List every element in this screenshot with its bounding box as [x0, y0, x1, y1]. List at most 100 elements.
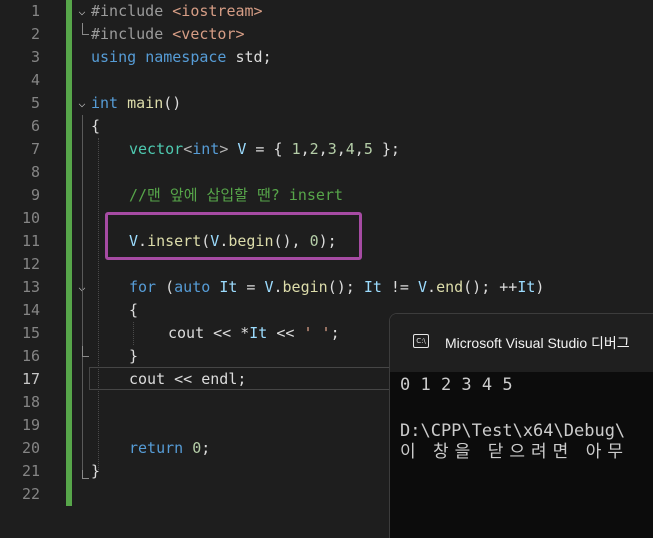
- token: ,: [318, 140, 328, 158]
- change-indicator-bar: [66, 0, 72, 506]
- line-number: 5: [30, 94, 40, 112]
- console-path-line: D:\CPP\Test\x64\Debug\: [400, 421, 626, 441]
- token: .: [427, 278, 437, 296]
- line-number: 12: [21, 255, 40, 273]
- code-line-5[interactable]: int main(): [91, 92, 181, 115]
- fold-region-end-icon: [82, 470, 89, 479]
- token: ;: [201, 439, 211, 457]
- keyword: namespace: [145, 48, 227, 66]
- code-line-17[interactable]: cout << endl;: [129, 368, 246, 391]
- number: 5: [363, 140, 373, 158]
- code-line-9-comment[interactable]: //맨 앞에 삽입할 땐? insert: [129, 184, 343, 207]
- code-line-20[interactable]: return 0;: [129, 437, 210, 460]
- code-line-6[interactable]: {: [91, 115, 100, 138]
- console-message-line: 이 창을 닫으려면 아무: [400, 442, 629, 462]
- token: ;: [330, 324, 340, 342]
- code-line-14[interactable]: {: [129, 299, 138, 322]
- line-number: 4: [30, 71, 40, 89]
- token: cout: [168, 324, 205, 342]
- code-line-2[interactable]: #include <vector>: [91, 23, 245, 46]
- preprocessor: #include: [91, 25, 173, 43]
- variable: V: [418, 278, 428, 296]
- code-line-13[interactable]: for (auto It = V.begin(); It != V.end();…: [129, 276, 544, 299]
- token: (): [163, 94, 182, 112]
- token: (: [156, 278, 175, 296]
- indent-guide-line: [133, 322, 134, 345]
- variable: V: [264, 278, 274, 296]
- char-literal: ' ': [303, 324, 331, 342]
- token: = {: [246, 140, 292, 158]
- token: ;: [237, 370, 247, 388]
- token: >: [219, 140, 238, 158]
- code-line-21[interactable]: }: [91, 460, 100, 483]
- line-number: 13: [21, 278, 40, 296]
- console-title: Microsoft Visual Studio 디버그: [445, 335, 630, 351]
- token: ,: [336, 140, 346, 158]
- debug-console-window[interactable]: C:\ Microsoft Visual Studio 디버그 0 1 2 3 …: [389, 313, 653, 538]
- line-number: 10: [21, 209, 40, 227]
- line-number: 14: [21, 301, 40, 319]
- fold-chevron-icon[interactable]: ⌵: [76, 0, 88, 23]
- number: 1: [291, 140, 301, 158]
- token: <<: [165, 370, 202, 388]
- token: ,: [354, 140, 364, 158]
- line-number: 20: [21, 439, 40, 457]
- include-path: <vector>: [172, 25, 245, 43]
- token: }: [91, 462, 101, 480]
- function-name: begin: [282, 278, 328, 296]
- line-number: 2: [30, 25, 40, 43]
- token: .: [273, 278, 283, 296]
- keyword: auto: [174, 278, 211, 296]
- token: };: [372, 140, 400, 158]
- token: ();: [327, 278, 364, 296]
- highlight-box: [105, 212, 362, 260]
- line-number: 6: [30, 117, 40, 135]
- keyword: using: [91, 48, 137, 66]
- token: }: [129, 347, 139, 365]
- number: 3: [327, 140, 337, 158]
- code-line-15[interactable]: cout << *It << ' ';: [168, 322, 340, 345]
- console-app-icon: C:\: [413, 334, 429, 348]
- keyword: int: [91, 94, 119, 112]
- line-number: 3: [30, 48, 40, 66]
- fold-chevron-icon[interactable]: ⌵: [76, 92, 88, 115]
- keyword: int: [192, 140, 220, 158]
- line-number: 8: [30, 163, 40, 181]
- line-number: 1: [30, 2, 40, 20]
- code-line-7[interactable]: vector<int> V = { 1,2,3,4,5 };: [129, 138, 400, 161]
- line-number-active: 17: [21, 370, 40, 388]
- token: std;: [226, 48, 272, 66]
- function-name: end: [436, 278, 464, 296]
- line-number: 21: [21, 462, 40, 480]
- code-line-1[interactable]: #include <iostream>: [91, 0, 263, 23]
- keyword: return: [129, 439, 184, 457]
- fold-region-end-icon: [82, 23, 89, 35]
- token: <: [183, 140, 193, 158]
- code-line-3[interactable]: using namespace std;: [91, 46, 272, 69]
- include-path: <iostream>: [172, 2, 263, 20]
- token: =: [237, 278, 265, 296]
- number: 4: [345, 140, 355, 158]
- token: << *: [204, 324, 250, 342]
- fold-region-end-icon: [82, 346, 89, 357]
- line-number: 7: [30, 140, 40, 158]
- line-number: 15: [21, 324, 40, 342]
- variable: It: [249, 324, 268, 342]
- line-number: 9: [30, 186, 40, 204]
- variable: It: [219, 278, 238, 296]
- scope-guide-line: [82, 115, 83, 478]
- line-number: 16: [21, 347, 40, 365]
- token: {: [129, 301, 139, 319]
- token: !=: [381, 278, 418, 296]
- line-number: 22: [21, 485, 40, 503]
- line-number: 19: [21, 416, 40, 434]
- console-titlebar[interactable]: C:\ Microsoft Visual Studio 디버그: [390, 314, 653, 372]
- token: (); ++: [463, 278, 518, 296]
- indent-guide-line: [98, 138, 99, 470]
- code-line-16[interactable]: }: [129, 345, 138, 368]
- token: endl: [201, 370, 238, 388]
- number: 0: [192, 439, 202, 457]
